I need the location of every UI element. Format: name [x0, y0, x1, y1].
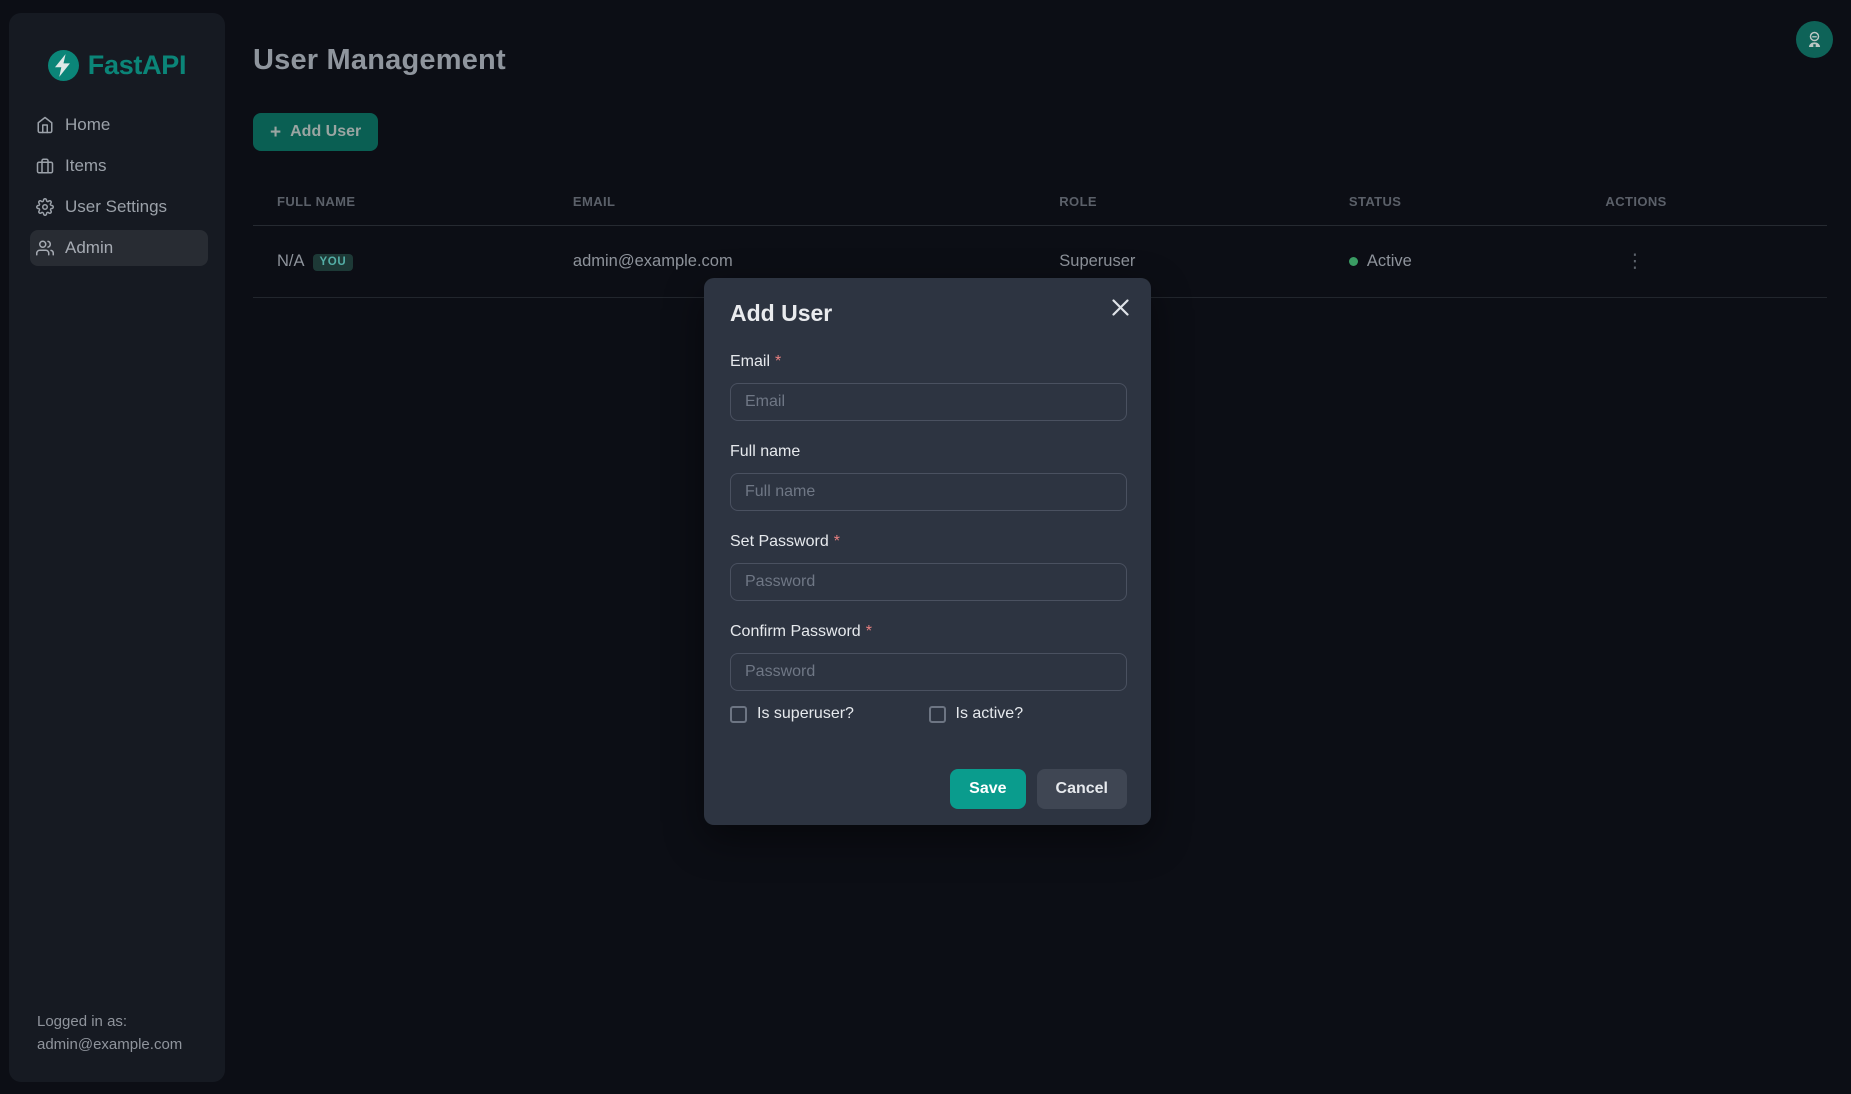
modal-title: Add User — [730, 300, 1127, 327]
sidebar-item-admin[interactable]: Admin — [30, 230, 208, 266]
checkbox-box[interactable] — [929, 706, 946, 723]
required-marker: * — [866, 623, 872, 640]
set-password-field-group: Set Password* — [730, 533, 1127, 601]
column-header-full-name: FULL NAME — [253, 180, 549, 226]
cell-full-name: N/A YOU — [253, 226, 549, 298]
cell-actions: ⋮ — [1581, 226, 1827, 298]
column-header-status: STATUS — [1325, 180, 1582, 226]
sidebar-item-label: Items — [65, 156, 107, 176]
full-name-label: Full name — [730, 443, 1127, 461]
sidebar: FastAPI Home Items User Settings Admin L… — [9, 13, 225, 1082]
sidebar-item-label: Admin — [65, 238, 113, 258]
is-superuser-checkbox[interactable]: Is superuser? — [730, 705, 929, 723]
sidebar-item-label: User Settings — [65, 197, 167, 217]
save-button[interactable]: Save — [950, 769, 1025, 809]
sidebar-nav: Home Items User Settings Admin — [30, 107, 208, 266]
email-field-group: Email* — [730, 353, 1127, 421]
is-active-checkbox[interactable]: Is active? — [929, 705, 1128, 723]
fastapi-bolt-icon — [48, 50, 79, 81]
is-active-label: Is active? — [956, 705, 1024, 723]
status-dot — [1349, 257, 1358, 266]
gear-icon — [36, 198, 54, 216]
add-user-button[interactable]: + Add User — [253, 113, 378, 151]
full-name-field-group: Full name — [730, 443, 1127, 511]
add-user-label: Add User — [290, 123, 361, 141]
full-name-field[interactable] — [730, 473, 1127, 511]
plus-icon: + — [270, 123, 281, 142]
user-menu-button[interactable] — [1796, 21, 1833, 58]
column-header-email: EMAIL — [549, 180, 1035, 226]
brand-name: FastAPI — [88, 50, 186, 81]
modal-close-button[interactable] — [1107, 294, 1133, 320]
sidebar-item-home[interactable]: Home — [30, 107, 208, 143]
full-name-value: N/A — [277, 252, 305, 270]
home-icon — [36, 116, 54, 134]
status-label: Active — [1367, 252, 1412, 271]
column-header-role: ROLE — [1035, 180, 1325, 226]
confirm-password-field[interactable] — [730, 653, 1127, 691]
required-marker: * — [834, 533, 840, 550]
add-user-form: Email* Full name Set Password* Confirm P… — [730, 353, 1127, 809]
checkbox-row: Is superuser? Is active? — [730, 705, 1127, 723]
row-actions-menu-button[interactable]: ⋮ — [1617, 248, 1652, 275]
brand-logo: FastAPI — [48, 50, 186, 81]
email-field[interactable] — [730, 383, 1127, 421]
table-header-row: FULL NAME EMAIL ROLE STATUS ACTIONS — [253, 180, 1827, 226]
close-icon — [1112, 299, 1129, 316]
sidebar-item-items[interactable]: Items — [30, 148, 208, 184]
logged-in-info: Logged in as: admin@example.com — [9, 1011, 225, 1082]
required-marker: * — [775, 353, 781, 370]
cancel-button[interactable]: Cancel — [1037, 769, 1127, 809]
set-password-field[interactable] — [730, 563, 1127, 601]
cell-status: Active — [1325, 226, 1582, 298]
is-superuser-label: Is superuser? — [757, 705, 854, 723]
modal-actions: Save Cancel — [730, 769, 1127, 809]
confirm-password-label: Confirm Password* — [730, 623, 1127, 641]
sidebar-item-user-settings[interactable]: User Settings — [30, 189, 208, 225]
logged-in-label: Logged in as: — [37, 1011, 207, 1034]
email-label: Email* — [730, 353, 1127, 371]
column-header-actions: ACTIONS — [1581, 180, 1827, 226]
you-badge: YOU — [313, 254, 354, 271]
add-user-modal: Add User Email* Full name Set Password* … — [704, 278, 1151, 825]
users-icon — [36, 239, 54, 257]
page-title: User Management — [253, 44, 1827, 77]
sidebar-item-label: Home — [65, 115, 110, 135]
user-avatar-icon — [1804, 29, 1825, 50]
logged-in-email: admin@example.com — [37, 1034, 207, 1057]
checkbox-box[interactable] — [730, 706, 747, 723]
set-password-label: Set Password* — [730, 533, 1127, 551]
briefcase-icon — [36, 157, 54, 175]
ellipsis-icon: ⋮ — [1625, 251, 1644, 272]
confirm-password-field-group: Confirm Password* — [730, 623, 1127, 691]
